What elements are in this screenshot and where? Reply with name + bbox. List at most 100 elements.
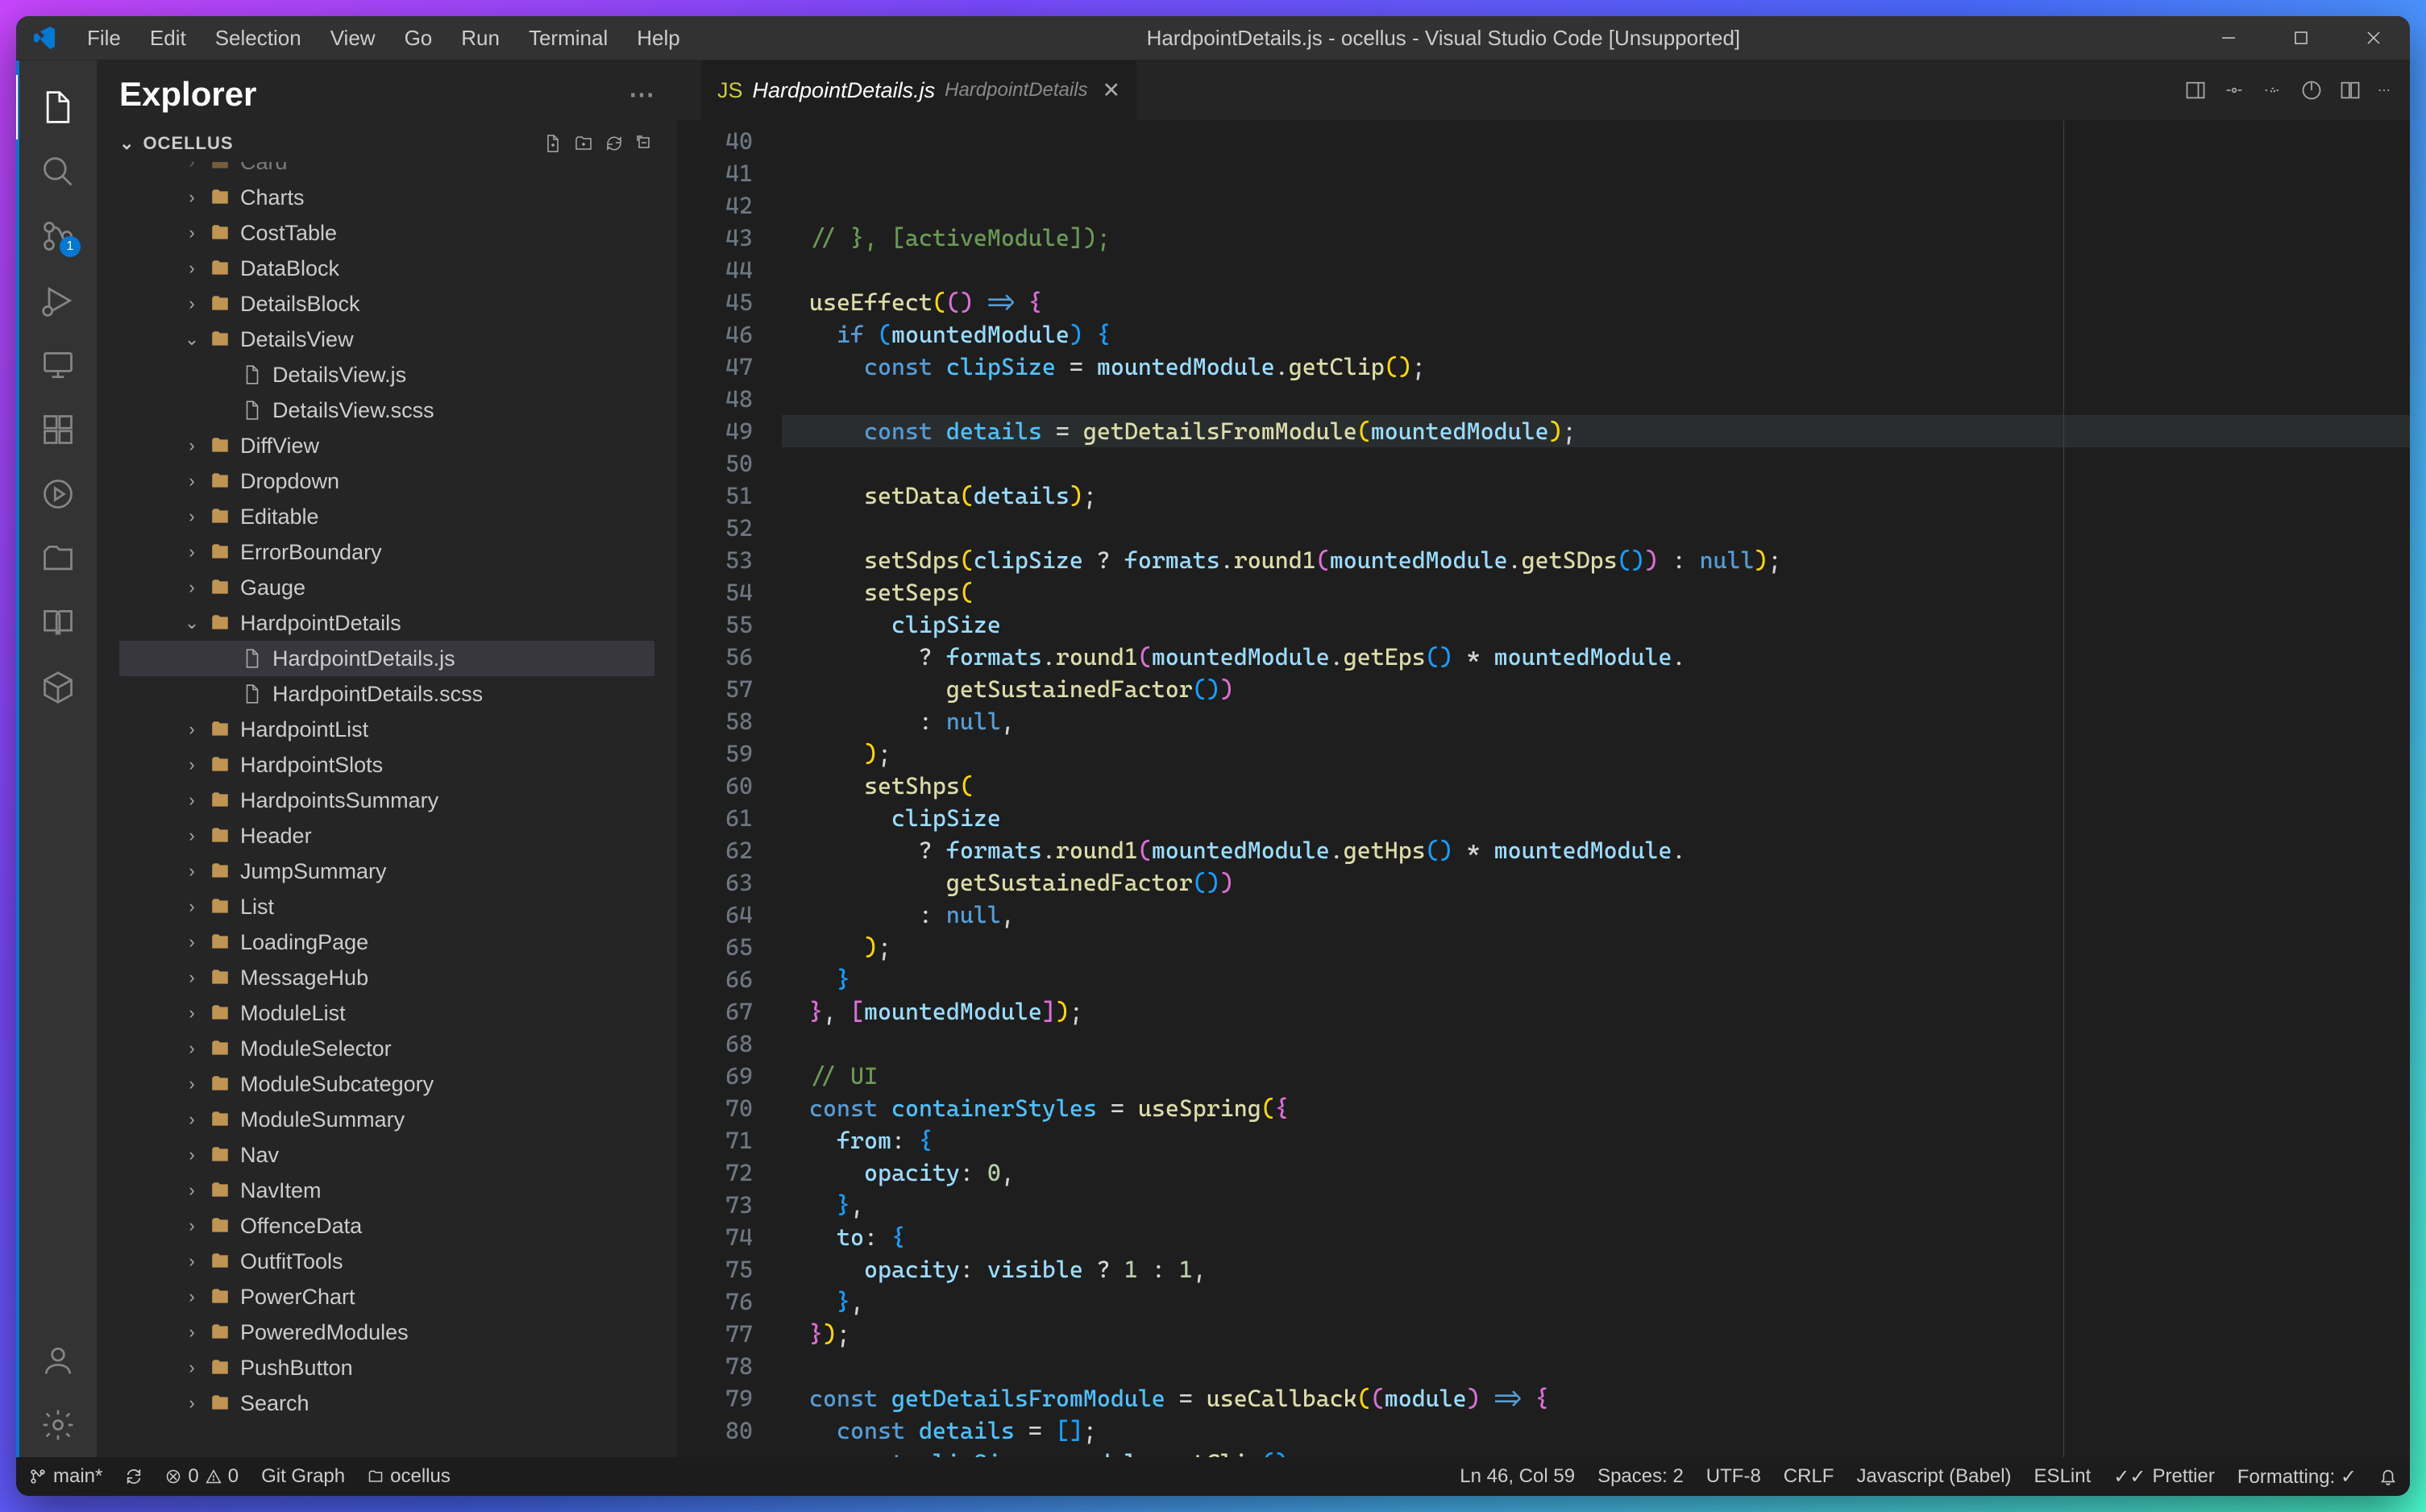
folder-icon xyxy=(210,1003,231,1024)
tree-folder[interactable]: ›ModuleSummary xyxy=(119,1102,654,1137)
code-editor[interactable]: 4041424344454647484950515253545556575859… xyxy=(677,120,2410,1457)
status-bell-icon[interactable] xyxy=(2379,1468,2397,1485)
activity-search-icon[interactable] xyxy=(18,139,98,204)
status-encoding[interactable]: UTF-8 xyxy=(1706,1465,1761,1488)
tree-folder[interactable]: ›PowerChart xyxy=(119,1279,654,1315)
activity-settings-icon[interactable] xyxy=(18,1393,98,1457)
tree-folder[interactable]: ›MessageHub xyxy=(119,960,654,995)
tree-file[interactable]: DetailsView.scss xyxy=(119,393,654,428)
tree-folder[interactable]: ›HardpointSlots xyxy=(119,747,654,783)
activity-account-icon[interactable] xyxy=(18,1328,98,1393)
toggle-panel-icon[interactable] xyxy=(2184,79,2207,102)
run-icon[interactable] xyxy=(2300,79,2323,102)
status-cursor[interactable]: Ln 46, Col 59 xyxy=(1460,1465,1575,1488)
tree-folder[interactable]: ›OutfitTools xyxy=(119,1244,654,1279)
status-problems[interactable]: 0 0 xyxy=(165,1465,239,1488)
status-eol[interactable]: CRLF xyxy=(1784,1465,1834,1488)
tree-folder[interactable]: ›JumpSummary xyxy=(119,854,654,889)
tab-close-icon[interactable]: ✕ xyxy=(1103,78,1121,103)
folder-icon xyxy=(210,613,231,633)
folder-icon xyxy=(210,967,231,988)
tree-folder[interactable]: ⌄DetailsView xyxy=(119,322,654,357)
menu-terminal[interactable]: Terminal xyxy=(514,26,622,51)
activity-remote-icon[interactable] xyxy=(18,333,98,397)
tree-folder[interactable]: ›LoadingPage xyxy=(119,924,654,960)
project-header[interactable]: ⌄ OCELLUS xyxy=(119,128,654,159)
history-forward-icon[interactable] xyxy=(2262,79,2284,102)
maximize-button[interactable] xyxy=(2265,16,2337,60)
tree-folder[interactable]: ⌄HardpointDetails xyxy=(119,605,654,641)
tree-folder[interactable]: ›Nav xyxy=(119,1137,654,1173)
file-icon xyxy=(242,683,263,704)
new-file-icon[interactable] xyxy=(543,134,563,153)
tab-bar: JS HardpointDetails.js HardpointDetails … xyxy=(677,60,2410,120)
tree-folder[interactable]: ›Card xyxy=(119,162,654,180)
menu-help[interactable]: Help xyxy=(622,26,694,51)
activity-extensions-icon[interactable] xyxy=(18,397,98,462)
tree-folder[interactable]: ›ModuleList xyxy=(119,995,654,1031)
history-back-icon[interactable] xyxy=(2223,79,2245,102)
status-git-graph[interactable]: Git Graph xyxy=(261,1465,345,1488)
tree-folder[interactable]: ›Search xyxy=(119,1385,654,1421)
tree-folder[interactable]: ›Gauge xyxy=(119,570,654,605)
status-language[interactable]: Javascript (Babel) xyxy=(1856,1465,2011,1488)
tree-folder[interactable]: ›CostTable xyxy=(119,215,654,251)
new-folder-icon[interactable] xyxy=(574,134,593,153)
tree-file[interactable]: DetailsView.js xyxy=(119,357,654,393)
status-folder[interactable]: ocellus xyxy=(368,1465,451,1488)
activity-liveshare-icon[interactable] xyxy=(18,462,98,526)
tree-folder[interactable]: ›DetailsBlock xyxy=(119,286,654,322)
folder-icon xyxy=(210,1393,231,1414)
tree-folder[interactable]: ›OffenceData xyxy=(119,1208,654,1244)
tree-folder[interactable]: ›ModuleSubcategory xyxy=(119,1066,654,1102)
activity-project-icon[interactable] xyxy=(18,526,98,591)
tree-folder[interactable]: ›DataBlock xyxy=(119,251,654,286)
sidebar-more-icon[interactable]: ⋯ xyxy=(629,79,654,110)
code-content[interactable]: // }, [activeModule]); useEffect(() => {… xyxy=(782,120,2410,1457)
collapse-all-icon[interactable] xyxy=(635,134,654,153)
activity-explorer-icon[interactable] xyxy=(18,75,98,139)
activity-package-icon[interactable] xyxy=(18,655,98,720)
tree-folder[interactable]: ›Editable xyxy=(119,499,654,534)
tree-file[interactable]: HardpointDetails.scss xyxy=(119,676,654,712)
tree-folder[interactable]: ›DiffView xyxy=(119,428,654,463)
tree-folder[interactable]: ›Charts xyxy=(119,180,654,215)
status-branch[interactable]: main* xyxy=(29,1465,102,1488)
tree-folder[interactable]: ›ErrorBoundary xyxy=(119,534,654,570)
chevron-right-icon: › xyxy=(184,542,200,563)
menu-run[interactable]: Run xyxy=(447,26,514,51)
status-eslint[interactable]: ESLint xyxy=(2034,1465,2092,1488)
activity-debug-icon[interactable] xyxy=(18,268,98,333)
activity-book-icon[interactable] xyxy=(18,591,98,655)
tree-folder[interactable]: ›ModuleSelector xyxy=(119,1031,654,1066)
minimize-button[interactable] xyxy=(2192,16,2265,60)
activity-scm-icon[interactable]: 1 xyxy=(18,204,98,268)
tree-folder[interactable]: ›List xyxy=(119,889,654,924)
refresh-icon[interactable] xyxy=(604,134,624,153)
status-spaces[interactable]: Spaces: 2 xyxy=(1597,1465,1684,1488)
folder-icon xyxy=(210,329,231,350)
menu-go[interactable]: Go xyxy=(390,26,447,51)
status-formatting[interactable]: Formatting: ✓ xyxy=(2237,1465,2357,1489)
editor-tab[interactable]: JS HardpointDetails.js HardpointDetails … xyxy=(701,60,1136,120)
status-prettier[interactable]: ✓✓ Prettier xyxy=(2113,1465,2215,1489)
close-button[interactable] xyxy=(2337,16,2410,60)
activity-bar: 1 xyxy=(16,60,97,1457)
menu-view[interactable]: View xyxy=(316,26,390,51)
menu-file[interactable]: File xyxy=(73,26,135,51)
tree-folder[interactable]: ›HardpointList xyxy=(119,712,654,747)
tree-folder[interactable]: ›Header xyxy=(119,818,654,854)
tree-file[interactable]: HardpointDetails.js xyxy=(119,641,654,676)
menu-selection[interactable]: Selection xyxy=(201,26,316,51)
split-editor-icon[interactable] xyxy=(2339,79,2362,102)
tree-folder[interactable]: ›PoweredModules xyxy=(119,1315,654,1350)
tree-folder[interactable]: ›PushButton xyxy=(119,1350,654,1385)
tree-folder[interactable]: ›HardpointsSummary xyxy=(119,783,654,818)
tree-folder[interactable]: ›Dropdown xyxy=(119,463,654,499)
menu-edit[interactable]: Edit xyxy=(135,26,201,51)
chevron-right-icon: › xyxy=(184,825,200,846)
tab-desc: HardpointDetails xyxy=(945,79,1087,102)
tree-folder[interactable]: ›NavItem xyxy=(119,1173,654,1208)
status-sync[interactable] xyxy=(125,1468,143,1485)
more-actions-icon[interactable]: ⋯ xyxy=(2378,82,2391,98)
